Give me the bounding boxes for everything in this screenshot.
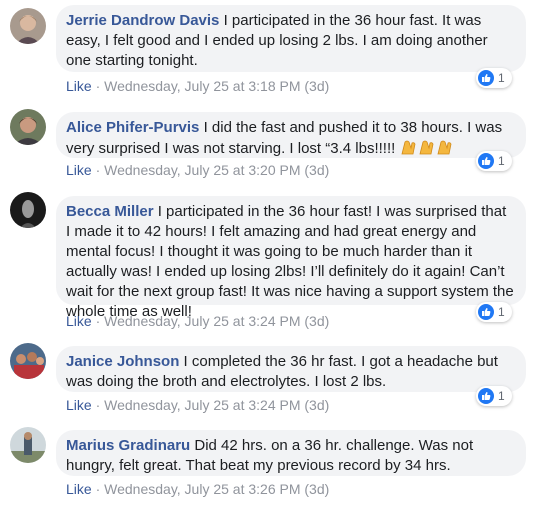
comment-text: I participated in the 36 hour fast! I wa… bbox=[66, 203, 514, 320]
author-name[interactable]: Alice Phifer-Purvis bbox=[66, 119, 199, 136]
author-name[interactable]: Janice Johnson bbox=[66, 353, 179, 370]
separator: · bbox=[95, 78, 101, 94]
reaction-badge[interactable]: 1 bbox=[476, 302, 512, 322]
author-name[interactable]: Jerrie Dandrow Davis bbox=[66, 12, 219, 29]
profile-photo-icon bbox=[10, 8, 46, 44]
separator: · bbox=[95, 481, 101, 497]
comment-bubble: Janice Johnson I completed the 36 hr fas… bbox=[56, 346, 526, 392]
timestamp[interactable]: Wednesday, July 25 at 3:20 PM (3d) bbox=[104, 162, 329, 178]
comment-bubble: Becca Miller I participated in the 36 ho… bbox=[56, 196, 526, 320]
separator: · bbox=[95, 313, 101, 329]
clapping-hands-emoji-icon bbox=[399, 138, 453, 162]
profile-photo-icon bbox=[10, 427, 46, 463]
comment-meta: Like · Wednesday, July 25 at 3:18 PM (3d… bbox=[66, 78, 329, 94]
separator: · bbox=[95, 162, 101, 178]
comment-meta: Like · Wednesday, July 25 at 3:20 PM (3d… bbox=[66, 162, 329, 178]
reaction-count: 1 bbox=[498, 305, 505, 319]
avatar[interactable] bbox=[10, 427, 46, 463]
reaction-count: 1 bbox=[498, 154, 505, 168]
reaction-badge[interactable]: 1 bbox=[476, 386, 512, 406]
like-reaction-icon bbox=[478, 70, 494, 86]
reaction-count: 1 bbox=[498, 71, 505, 85]
timestamp[interactable]: Wednesday, July 25 at 3:18 PM (3d) bbox=[104, 78, 329, 94]
author-name[interactable]: Marius Gradinaru bbox=[66, 437, 190, 454]
comment-meta: Like · Wednesday, July 25 at 3:24 PM (3d… bbox=[66, 313, 329, 329]
avatar[interactable] bbox=[10, 109, 46, 145]
timestamp[interactable]: Wednesday, July 25 at 3:24 PM (3d) bbox=[104, 397, 329, 413]
profile-photo-icon bbox=[10, 192, 46, 228]
like-reaction-icon bbox=[478, 388, 494, 404]
comment-bubble: Alice Phifer-Purvis I did the fast and p… bbox=[56, 112, 526, 158]
reaction-badge[interactable]: 1 bbox=[476, 151, 512, 171]
comment-bubble: Jerrie Dandrow Davis I participated in t… bbox=[56, 5, 526, 72]
like-link[interactable]: Like bbox=[66, 78, 92, 94]
separator: · bbox=[95, 397, 101, 413]
timestamp[interactable]: Wednesday, July 25 at 3:24 PM (3d) bbox=[104, 313, 329, 329]
like-link[interactable]: Like bbox=[66, 481, 92, 497]
like-link[interactable]: Like bbox=[66, 313, 92, 329]
avatar[interactable] bbox=[10, 192, 46, 228]
reaction-badge[interactable]: 1 bbox=[476, 68, 512, 88]
profile-photo-icon bbox=[10, 109, 46, 145]
like-link[interactable]: Like bbox=[66, 162, 92, 178]
like-reaction-icon bbox=[478, 304, 494, 320]
author-name[interactable]: Becca Miller bbox=[66, 203, 154, 220]
timestamp[interactable]: Wednesday, July 25 at 3:26 PM (3d) bbox=[104, 481, 329, 497]
like-link[interactable]: Like bbox=[66, 397, 92, 413]
profile-photo-icon bbox=[10, 343, 46, 379]
comment-meta: Like · Wednesday, July 25 at 3:26 PM (3d… bbox=[66, 481, 329, 497]
avatar[interactable] bbox=[10, 343, 46, 379]
reaction-count: 1 bbox=[498, 389, 505, 403]
comment-bubble: Marius Gradinaru Did 42 hrs. on a 36 hr.… bbox=[56, 430, 526, 476]
like-reaction-icon bbox=[478, 153, 494, 169]
avatar[interactable] bbox=[10, 8, 46, 44]
comment-meta: Like · Wednesday, July 25 at 3:24 PM (3d… bbox=[66, 397, 329, 413]
